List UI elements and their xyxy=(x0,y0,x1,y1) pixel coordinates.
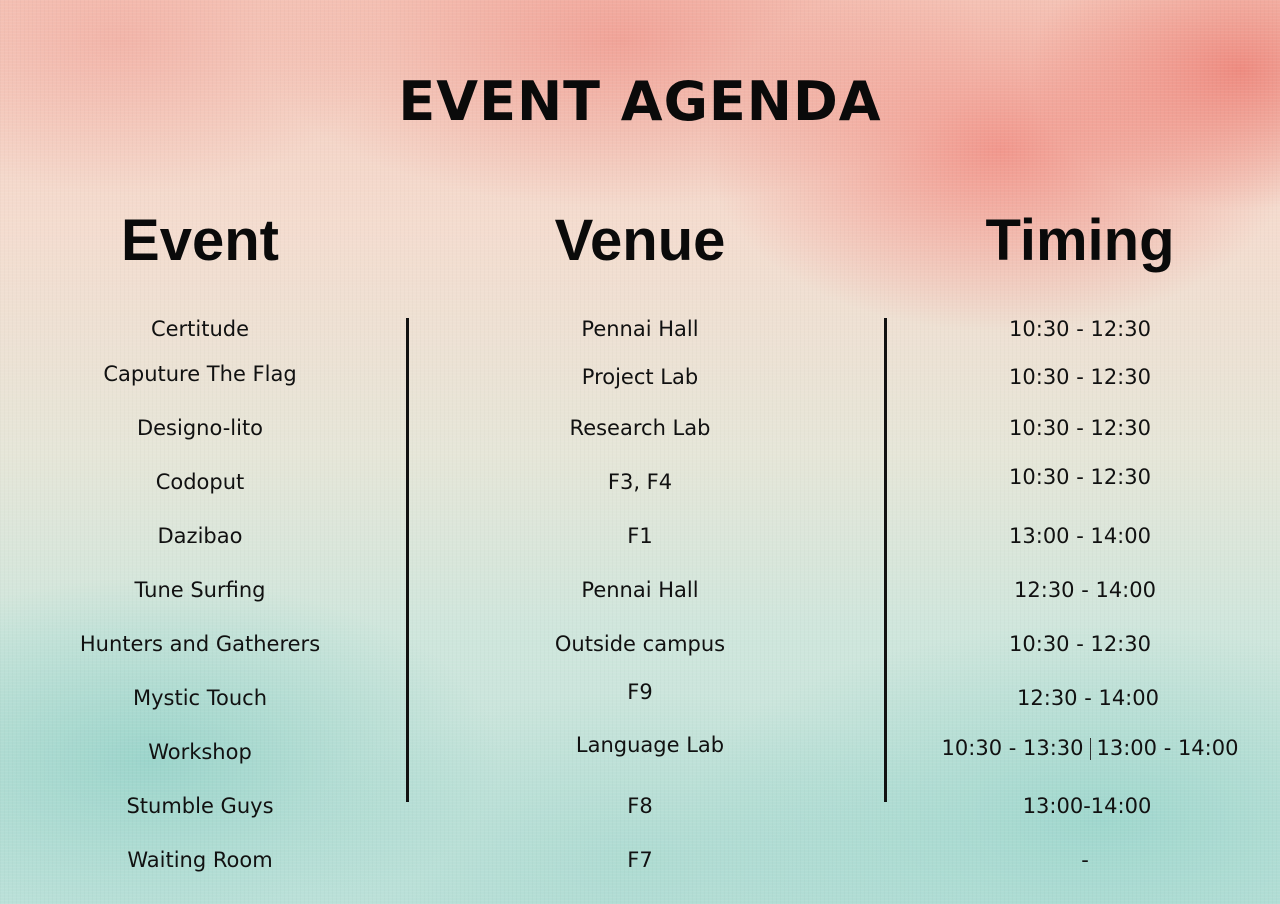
event-timing-group: 10:30 - 13:30 13:00 - 14:00 xyxy=(910,733,1270,763)
event-timing-secondary: 13:00 - 14:00 xyxy=(1096,736,1239,760)
event-timing: 12:30 - 14:00 xyxy=(1014,578,1156,602)
event-timing: 10:30 - 13:30 xyxy=(941,736,1084,760)
column-divider xyxy=(406,318,409,802)
event-venue: F8 xyxy=(627,794,653,818)
event-name: Mystic Touch xyxy=(132,686,268,710)
column-header-timing: Timing xyxy=(985,208,1175,273)
event-timing: 10:30 - 12:30 xyxy=(1009,465,1151,489)
event-venue: Pennai Hall xyxy=(581,317,699,341)
event-name: Caputure The Flag xyxy=(103,362,297,386)
event-name: Designo-lito xyxy=(136,416,264,440)
column-divider xyxy=(884,318,887,802)
event-venue: F7 xyxy=(627,848,653,872)
event-name: Stumble Guys xyxy=(126,794,274,818)
column-header-event: Event xyxy=(121,208,279,273)
event-timing: 13:00 - 14:00 xyxy=(1009,524,1151,548)
event-venue: Research Lab xyxy=(569,416,711,440)
event-timing: 10:30 - 12:30 xyxy=(1009,365,1151,389)
watercolor-background xyxy=(0,0,1280,904)
event-timing: 12:30 - 14:00 xyxy=(1017,686,1159,710)
event-venue: Outside campus xyxy=(554,632,726,656)
event-timing: - xyxy=(1081,848,1089,872)
event-venue: F9 xyxy=(627,680,653,704)
timing-separator xyxy=(1089,738,1091,760)
event-timing: 10:30 - 12:30 xyxy=(1009,317,1151,341)
event-timing: 13:00-14:00 xyxy=(1022,794,1152,818)
event-name: Dazibao xyxy=(157,524,243,548)
event-name: Codoput xyxy=(155,470,245,494)
event-name: Certitude xyxy=(150,317,250,341)
event-timing: 10:30 - 12:30 xyxy=(1009,416,1151,440)
event-timing: 10:30 - 12:30 xyxy=(1009,632,1151,656)
event-name: Waiting Room xyxy=(127,848,273,872)
event-name: Hunters and Gatherers xyxy=(79,632,321,656)
event-venue: F3, F4 xyxy=(607,470,673,494)
event-venue: F1 xyxy=(627,524,653,548)
event-venue: Pennai Hall xyxy=(581,578,699,602)
event-venue: Language Lab xyxy=(575,733,725,757)
event-venue: Project Lab xyxy=(581,365,699,389)
column-header-venue: Venue xyxy=(554,208,726,273)
event-name: Workshop xyxy=(148,740,252,764)
page-title: EVENT AGENDA xyxy=(398,70,882,133)
event-name: Tune Surfing xyxy=(134,578,266,602)
